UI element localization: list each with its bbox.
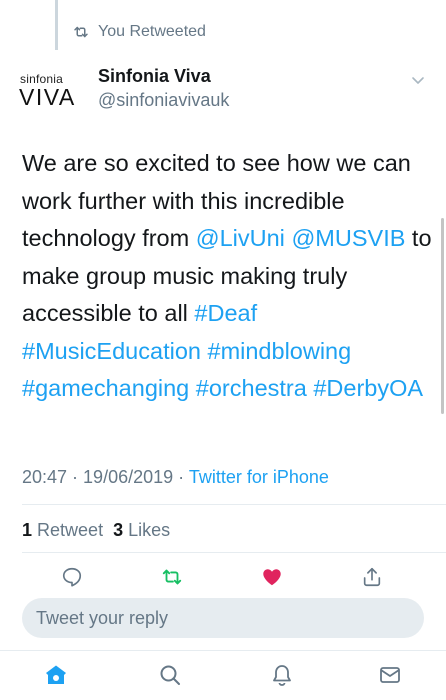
bell-icon[interactable] xyxy=(270,663,294,687)
avatar[interactable]: sinfonia VIVA xyxy=(19,68,90,110)
likes-count[interactable]: 3 xyxy=(113,520,123,540)
hashtag-link[interactable]: #orchestra xyxy=(196,375,307,401)
mention-link[interactable]: @MUSVIB xyxy=(291,225,405,251)
retweet-icon xyxy=(74,26,88,38)
retweet-context: You Retweeted xyxy=(72,22,206,42)
retweets-count[interactable]: 1 xyxy=(22,520,32,540)
meta-separator: · xyxy=(173,467,189,487)
meta-separator: · xyxy=(67,467,84,487)
tweet-date: 19/06/2019 xyxy=(83,467,174,487)
divider xyxy=(22,552,446,553)
share-icon[interactable] xyxy=(361,566,383,588)
display-name[interactable]: Sinfonia Viva xyxy=(98,66,211,87)
comment-icon[interactable] xyxy=(61,566,83,588)
thread-line xyxy=(55,0,58,50)
hashtag-link[interactable]: #gamechanging xyxy=(22,375,189,401)
likes-label[interactable]: Likes xyxy=(128,520,170,540)
mail-icon[interactable] xyxy=(378,663,402,687)
hashtag-link[interactable]: #MusicEducation xyxy=(22,338,201,364)
hashtag-link[interactable]: #DerbyOA xyxy=(313,375,423,401)
search-icon[interactable] xyxy=(158,663,182,687)
tweet-source-link[interactable]: Twitter for iPhone xyxy=(189,467,329,487)
heart-icon[interactable] xyxy=(261,566,283,588)
hashtag-link[interactable]: #mindblowing xyxy=(208,338,352,364)
divider xyxy=(22,504,446,505)
mention-link[interactable]: @LivUni xyxy=(196,225,285,251)
tweet-text: We are so excited to see how we can work… xyxy=(22,145,432,408)
hashtag-link[interactable]: #Deaf xyxy=(194,300,257,326)
avatar-logo-bottom: VIVA xyxy=(19,84,76,110)
retweet-context-label: You Retweeted xyxy=(98,23,206,40)
chevron-down-icon[interactable] xyxy=(410,72,426,88)
retweets-label[interactable]: Retweet xyxy=(37,520,103,540)
scrollbar[interactable] xyxy=(441,218,444,414)
home-icon[interactable] xyxy=(44,663,68,687)
reply-input[interactable]: Tweet your reply xyxy=(22,598,424,638)
user-handle[interactable]: @sinfoniavivauk xyxy=(98,90,229,111)
bottom-tab-bar xyxy=(0,650,446,700)
tweet-time: 20:47 xyxy=(22,467,68,487)
reply-placeholder: Tweet your reply xyxy=(36,607,169,628)
tweet-meta: 20:47 · 19/06/2019 · Twitter for iPhone xyxy=(22,467,329,488)
retweet-icon[interactable] xyxy=(161,566,183,588)
tweet-stats: 1 Retweet 3 Likes xyxy=(22,520,170,541)
